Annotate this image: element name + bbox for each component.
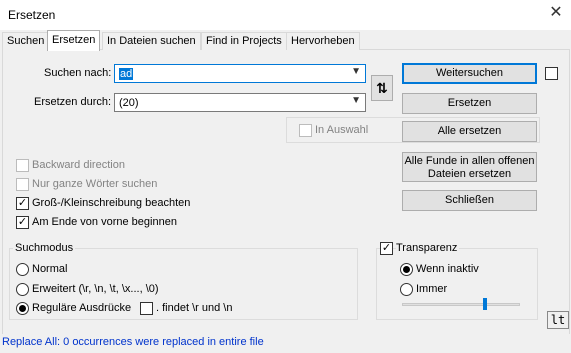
regex-radio[interactable] xyxy=(16,302,29,315)
replace-input-value[interactable]: (20) xyxy=(119,96,139,110)
whole-words-label: Nur ganze Wörter suchen xyxy=(32,178,158,190)
transparency-checkbox[interactable]: ✓ xyxy=(380,242,393,255)
replace-label: Ersetzen durch: xyxy=(34,96,112,108)
swap-icon[interactable]: ⇅ xyxy=(371,75,393,101)
transparency-label: Transparenz xyxy=(396,242,460,254)
backward-checkbox[interactable] xyxy=(16,159,29,172)
window-title: Ersetzen xyxy=(8,8,56,22)
wrap-around-checkbox[interactable]: ✓ xyxy=(16,216,29,229)
find-combobox[interactable]: ad ▼ xyxy=(114,64,366,83)
search-mode-title: Suchmodus xyxy=(13,242,76,254)
replace-all-open-line1: Alle Funde in allen offenen xyxy=(404,155,535,167)
transparency-slider-track[interactable] xyxy=(402,303,520,306)
tab-find-in-projects[interactable]: Find in Projects xyxy=(201,32,287,50)
replace-button[interactable]: Ersetzen xyxy=(402,93,537,114)
match-case-label: Groß-/Kleinschreibung beachten xyxy=(32,197,191,209)
chevron-down-icon[interactable]: ▼ xyxy=(351,66,361,77)
status-bar: Replace All: 0 occurrences were replaced… xyxy=(0,334,571,353)
replace-combobox[interactable]: (20) ▼ xyxy=(114,93,366,112)
extra-checkbox[interactable] xyxy=(545,67,558,80)
extended-label: Erweitert (\r, \n, \t, \x..., \0) xyxy=(32,283,159,295)
find-label: Suchen nach: xyxy=(44,67,112,79)
whole-words-checkbox[interactable] xyxy=(16,178,29,191)
replace-all-open-line2: Dateien ersetzen xyxy=(427,168,512,180)
dot-matches-newline-label: . findet \r und \n xyxy=(156,302,233,314)
find-input-value[interactable]: ad xyxy=(119,68,134,80)
transparency-group xyxy=(376,248,538,320)
dot-matches-newline-checkbox[interactable] xyxy=(140,302,153,315)
normal-label: Normal xyxy=(32,263,68,275)
in-selection-label: In Auswahl xyxy=(315,124,369,136)
tab-hervorheben[interactable]: Hervorheben xyxy=(286,32,360,50)
on-lose-focus-label: Wenn inaktiv xyxy=(416,263,479,275)
tab-in-dateien-suchen[interactable]: In Dateien suchen xyxy=(102,32,201,50)
close-button[interactable]: Schließen xyxy=(402,190,537,211)
on-lose-focus-radio[interactable] xyxy=(400,263,413,276)
regex-label: Reguläre Ausdrücke xyxy=(32,302,132,314)
extended-radio[interactable] xyxy=(16,283,29,296)
in-selection-checkbox[interactable] xyxy=(299,124,312,137)
replace-all-open-files-button[interactable]: Alle Funde in allen offenen Dateien erse… xyxy=(402,152,537,182)
transparency-slider-thumb[interactable] xyxy=(483,298,487,310)
always-radio[interactable] xyxy=(400,283,413,296)
lt-button[interactable]: lt xyxy=(547,311,569,329)
chevron-down-icon[interactable]: ▼ xyxy=(351,95,361,106)
tab-suchen[interactable]: Suchen xyxy=(2,32,50,50)
always-label: Immer xyxy=(416,283,448,295)
replace-all-button[interactable]: Alle ersetzen xyxy=(402,121,537,142)
find-next-button[interactable]: Weitersuchen xyxy=(402,63,537,84)
normal-radio[interactable] xyxy=(16,263,29,276)
wrap-around-label: Am Ende von vorne beginnen xyxy=(32,216,177,228)
tab-ersetzen[interactable]: Ersetzen xyxy=(47,30,101,51)
title-bar: Ersetzen ✕ xyxy=(0,0,571,30)
backward-label: Backward direction xyxy=(32,159,125,171)
status-text: Replace All: 0 occurrences were replaced… xyxy=(2,336,264,348)
close-icon[interactable]: ✕ xyxy=(548,4,564,22)
match-case-checkbox[interactable]: ✓ xyxy=(16,197,29,210)
